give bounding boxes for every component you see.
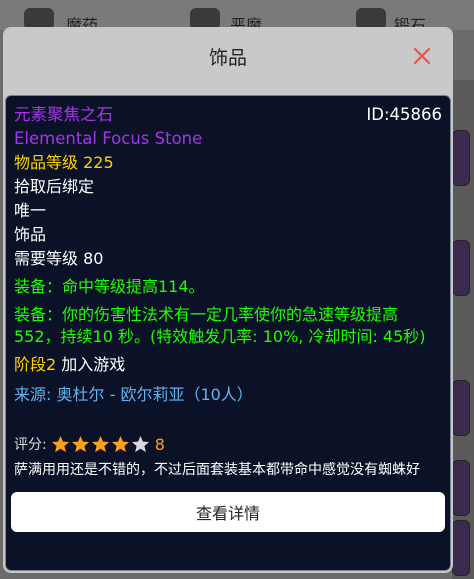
background-tab-bar: 魔药 恶魔 锻石 <box>0 0 474 30</box>
item-thumbnail-icon <box>452 520 470 576</box>
equip-effect-hit: 装备：命中等级提高114。 <box>14 277 205 296</box>
modal-title: 饰品 <box>208 47 247 69</box>
unique-text: 唯一 <box>14 201 47 220</box>
item-level-label: 物品等级 <box>14 153 79 172</box>
phase-label: 阶段2 <box>14 355 57 374</box>
view-details-button[interactable]: 查看详情 <box>11 492 445 532</box>
item-id: ID:45866 <box>366 105 442 124</box>
item-detail-modal: 饰品 元素聚焦之石 ID:45866 Elemental Focus Stone… <box>3 27 453 573</box>
item-thumbnail-icon <box>452 130 470 186</box>
equip-effect-haste-line1: 装备：你的伤害性法术有一定几率使你的急速等级提高 <box>14 305 399 324</box>
star-filled-icon <box>71 435 89 452</box>
rating-row: 评分: 8 <box>14 432 165 456</box>
source-label: 来源: <box>14 385 52 404</box>
required-level: 需要等级 80 <box>14 249 104 268</box>
item-level-value: 225 <box>83 153 114 172</box>
item-name-english: Elemental Focus Stone <box>14 129 203 148</box>
star-filled-icon <box>111 435 129 452</box>
binding-text: 拾取后绑定 <box>14 177 95 196</box>
item-thumbnail-icon <box>452 240 470 296</box>
source-row: 来源: 奥杜尔 - 欧尔莉亚（10人） <box>14 384 253 406</box>
item-slot: 饰品 <box>14 225 47 244</box>
item-thumbnail-icon <box>452 380 470 436</box>
source-value: 奥杜尔 - 欧尔莉亚（10人） <box>56 385 253 404</box>
star-empty-icon <box>131 435 149 452</box>
item-thumbnail-icon <box>452 460 470 516</box>
user-comment: 萨满用用还是不错的，不过后面套装基本都带命中感觉没有蜘蛛好 <box>14 462 420 478</box>
modal-header: 饰品 <box>3 27 453 89</box>
star-filled-icon <box>51 435 69 452</box>
rating-value: 8 <box>154 434 165 454</box>
rating-label: 评分: <box>14 437 47 453</box>
item-name: 元素聚焦之石 <box>14 105 113 124</box>
item-level-row: 物品等级 225 <box>14 152 114 174</box>
star-filled-icon <box>91 435 109 452</box>
equip-effect-haste-line2: 552，持续10 秒。(特效触发几率: 10%, 冷却时间: 45秒) <box>14 327 426 346</box>
phase-value: 加入游戏 <box>61 355 126 374</box>
close-icon[interactable] <box>411 45 433 67</box>
background-item-list <box>452 80 474 579</box>
item-tooltip-card: 元素聚焦之石 ID:45866 Elemental Focus Stone 物品… <box>5 95 451 571</box>
phase-row: 阶段2 加入游戏 <box>14 354 125 376</box>
rating-stars <box>51 435 151 454</box>
